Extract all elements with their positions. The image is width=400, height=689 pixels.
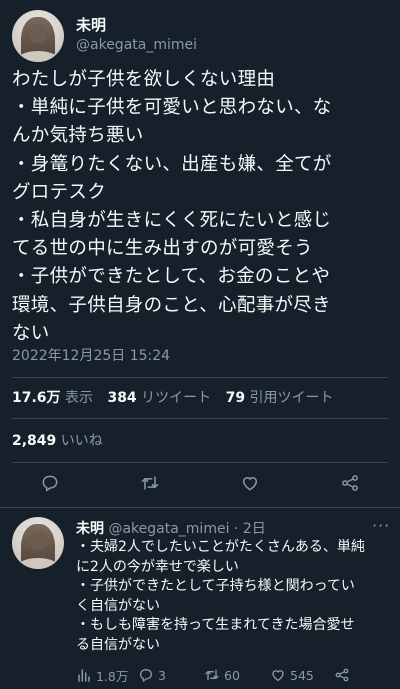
likes-count: 2,849 <box>12 433 57 449</box>
reply-views-count: 1.8万 <box>96 668 129 684</box>
divider <box>12 462 388 463</box>
reply-text-line: ・子供ができたとして子持ち様と関わってい <box>76 578 355 595</box>
tweet-text-line: ・私自身が生きにくく死にたいと感じ <box>12 210 332 232</box>
share-icon <box>342 475 358 491</box>
tweet-text-line: んか気持ち悪い <box>12 125 144 147</box>
reply-retweet-button[interactable]: 60 <box>204 664 240 686</box>
quotes-label: 引用ツイート <box>249 390 334 406</box>
author-avatar[interactable] <box>12 10 64 62</box>
heart-icon <box>243 477 257 491</box>
like-button[interactable] <box>238 471 262 495</box>
reply-text-line: に2人の今が幸せで楽しい <box>76 558 239 575</box>
retweets-count: 384 <box>107 390 137 406</box>
thread-separator <box>0 507 400 508</box>
quotes-count: 79 <box>225 390 246 406</box>
reply-text-line: く自信がない <box>76 597 160 614</box>
author-display-name[interactable]: 未明 <box>76 14 106 35</box>
engagement-stats: 17.6万 表示 384 リツイート 79 引用ツイート <box>12 387 334 407</box>
tweet-timestamp[interactable]: 2022年12月25日 15:24 <box>12 345 170 365</box>
divider <box>12 418 388 419</box>
main-tweet: 未明 @akegata_mimei わたしが子供を欲しくない理由 ・単純に子供を… <box>0 0 400 507</box>
more-options-button[interactable]: ··· <box>372 516 390 535</box>
reply-text: ・夫婦2人でしたいことがたくさんある、単純 に2人の今が幸せで楽しい ・子供がで… <box>76 538 392 656</box>
tweet-text-line: ・子供ができたとして、お金のことや <box>12 266 331 288</box>
likes-stat[interactable]: 2,849 いいね <box>12 430 103 450</box>
retweet-icon <box>141 476 159 490</box>
reply-text-line: ・夫婦2人でしたいことがたくさんある、単純 <box>76 539 365 555</box>
reply-age[interactable]: · 2日 <box>234 521 266 537</box>
reply-button[interactable] <box>38 471 62 495</box>
reply-retweets-count: 60 <box>224 667 240 683</box>
reply-author-avatar[interactable] <box>12 517 64 569</box>
heart-icon <box>272 670 284 681</box>
reply-author-handle[interactable]: @akegata_mimei <box>108 521 229 537</box>
tweet-text-line: 環境、子供自身のこと、心配事が尽き <box>12 294 331 316</box>
retweet-button[interactable] <box>138 471 162 495</box>
views-count: 17.6万 <box>12 390 61 406</box>
likes-label: いいね <box>60 433 103 449</box>
tweet-text-line: ない <box>12 322 50 344</box>
reply-author-name[interactable]: 未明 <box>76 521 104 537</box>
share-icon <box>335 668 349 682</box>
divider <box>12 377 388 378</box>
reply-header: 未明 @akegata_mimei · 2日 <box>76 518 266 538</box>
reply-icon <box>42 475 58 492</box>
analytics-icon <box>78 669 90 682</box>
tweet-text-line: ・身篭りたくない、出産も嫌、全てが <box>12 153 332 175</box>
tweet-text: わたしが子供を欲しくない理由 ・単純に子供を可愛いと思わない、な んか気持ち悪い… <box>12 66 392 348</box>
quotes-stat[interactable]: 79 引用ツイート <box>226 390 334 406</box>
reply-views[interactable]: 1.8万 <box>76 664 128 686</box>
views-stat: 17.6万 表示 <box>12 390 93 406</box>
author-handle[interactable]: @akegata_mimei <box>76 37 197 53</box>
reply-likes-count: 545 <box>290 667 314 683</box>
share-button[interactable] <box>338 471 362 495</box>
retweets-label: リツイート <box>141 390 212 406</box>
reply-like-button[interactable]: 545 <box>270 664 314 686</box>
tweet-text-line: ・単純に子供を可愛いと思わない、な <box>12 97 332 119</box>
reply-share-button[interactable] <box>334 664 350 686</box>
reply-text-line: ・もしも障害を持って生まれてきた場合愛せ <box>76 617 355 634</box>
reply-replies-count: 3 <box>158 667 166 683</box>
tweet-text-line: てる世の中に生み出すのが可愛そう <box>12 238 313 260</box>
reply-reply-button[interactable]: 3 <box>138 664 166 686</box>
reply-text-line: る自信がない <box>76 636 160 653</box>
retweet-icon <box>205 669 219 681</box>
tweet-text-line: グロテスク <box>12 181 107 203</box>
views-label: 表示 <box>65 390 93 406</box>
reply-icon <box>140 669 152 682</box>
retweets-stat[interactable]: 384 リツイート <box>107 390 211 406</box>
tweet-text-line: わたしが子供を欲しくない理由 <box>12 69 276 90</box>
reply-action-bar: 1.8万 3 60 545 <box>76 664 376 686</box>
